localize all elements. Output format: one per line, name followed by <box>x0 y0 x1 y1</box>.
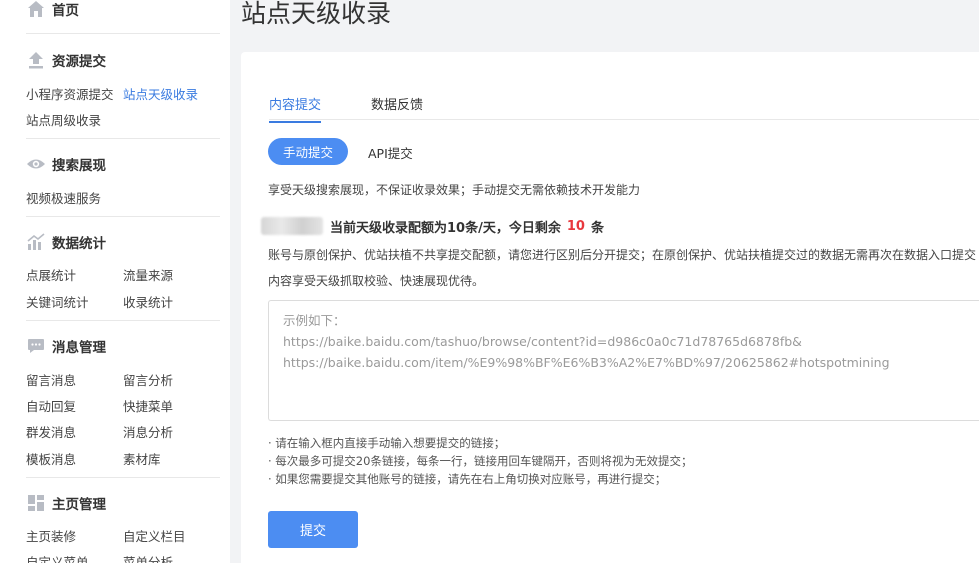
section-homepage-mgmt: 主页管理 <box>26 491 106 515</box>
divider <box>26 320 220 321</box>
section-title: 搜索展现 <box>52 158 106 174</box>
bar-chart-icon <box>26 232 46 252</box>
sidebar-item-video-service[interactable]: 视频极速服务 <box>26 188 101 207</box>
quota-suffix: 条 <box>590 220 604 236</box>
divider <box>26 138 220 139</box>
sidebar-item-template-message[interactable]: 模板消息 <box>26 449 76 468</box>
page-title: 站点天级收录 <box>241 0 392 28</box>
home-icon <box>26 0 46 19</box>
sidebar-item-custom-column[interactable]: 自定义栏目 <box>123 526 186 545</box>
section-title: 主页管理 <box>52 497 106 513</box>
placeholder-example-1: https://baike.baidu.com/tashuo/browse/co… <box>283 334 802 349</box>
sidebar-item-menu-analysis[interactable]: 菜单分析 <box>123 552 173 563</box>
url-input[interactable]: 示例如下： https://baike.baidu.com/tashuo/bro… <box>268 300 979 421</box>
sidebar-item-quick-menu[interactable]: 快捷菜单 <box>123 396 173 415</box>
sidebar-item-broadcast[interactable]: 群发消息 <box>26 422 76 441</box>
notice-line-1: 账号与原创保护、优站扶植不共享提交配额，请您进行区别后分开提交；在原创保护、优站… <box>268 248 977 262</box>
section-title: 资源提交 <box>52 54 106 70</box>
sidebar-item-click-stats[interactable]: 点展统计 <box>26 265 76 284</box>
divider <box>26 216 220 217</box>
sidebar-item-comments[interactable]: 留言消息 <box>26 370 76 389</box>
section-data-stats: 数据统计 <box>26 230 106 254</box>
eye-icon <box>26 154 46 174</box>
sidebar-item-daily-index[interactable]: 站点天级收录 <box>123 84 198 103</box>
section-message-mgmt: 消息管理 <box>26 334 106 358</box>
submit-button[interactable]: 提交 <box>268 511 358 548</box>
content-panel: 内容提交 数据反馈 手动提交 API提交 享受天级搜索展现，不保证收录效果；手动… <box>241 52 979 563</box>
sidebar: 首页 资源提交 小程序资源提交 站点天级收录 站点周级收录 搜索展现 视频极速服… <box>0 0 230 563</box>
sidebar-item-homepage-decor[interactable]: 主页装修 <box>26 526 76 545</box>
notice-line-2: 内容享受天级抓取校验、快速展现优待。 <box>268 274 485 288</box>
sidebar-item-auto-reply[interactable]: 自动回复 <box>26 396 76 415</box>
api-submit-button[interactable]: API提交 <box>368 143 413 162</box>
divider <box>26 33 220 34</box>
section-title: 消息管理 <box>52 340 106 356</box>
blurred-account-name <box>261 217 323 235</box>
section-title: 数据统计 <box>52 236 106 252</box>
sidebar-item-message-analysis[interactable]: 消息分析 <box>123 422 173 441</box>
divider <box>26 477 220 478</box>
manual-submit-button[interactable]: 手动提交 <box>268 138 348 165</box>
section-search-display: 搜索展现 <box>26 152 106 176</box>
sidebar-item-comment-analysis[interactable]: 留言分析 <box>123 370 173 389</box>
tab-content-submit[interactable]: 内容提交 <box>269 94 322 123</box>
nav-home-label: 首页 <box>52 3 79 19</box>
tip-3: · 如果您需要提交其他账号的链接，请先在右上角切换对应账号，再进行提交； <box>268 472 667 486</box>
quota-prefix: 当前天级收录配额为10条/天，今日剩余 <box>330 220 561 236</box>
quota-line: 当前天级收录配额为10条/天，今日剩余 10 条 <box>261 216 604 236</box>
message-icon <box>26 336 46 356</box>
sidebar-item-custom-menu[interactable]: 自定义菜单 <box>26 552 89 563</box>
tip-2: · 每次最多可提交20条链接，每条一行，链接用回车键隔开，否则将视为无效提交； <box>268 454 693 468</box>
sidebar-item-keyword-stats[interactable]: 关键词统计 <box>26 292 89 311</box>
description: 享受天级搜索展现，不保证收录效果；手动提交无需依赖技术开发能力 <box>268 183 641 197</box>
sidebar-item-index-stats[interactable]: 收录统计 <box>123 292 173 311</box>
tab-bar: 内容提交 数据反馈 <box>269 88 979 123</box>
nav-home[interactable]: 首页 <box>26 0 79 24</box>
layout-icon <box>26 493 46 513</box>
placeholder-example-2: https://baike.baidu.com/item/%E9%98%BF%E… <box>283 355 890 370</box>
sidebar-item-material-library[interactable]: 素材库 <box>123 449 161 468</box>
sidebar-item-miniprogram-submit[interactable]: 小程序资源提交 <box>26 84 114 103</box>
tab-data-feedback[interactable]: 数据反馈 <box>371 94 423 121</box>
quota-remaining: 10 <box>566 218 585 234</box>
section-resource-submit: 资源提交 <box>26 48 106 72</box>
tip-1: · 请在输入框内直接手动输入想要提交的链接； <box>268 436 506 450</box>
upload-icon <box>26 50 46 70</box>
placeholder-label: 示例如下： <box>283 313 346 328</box>
sidebar-item-traffic-source[interactable]: 流量来源 <box>123 265 173 284</box>
sidebar-item-weekly-index[interactable]: 站点周级收录 <box>26 110 101 129</box>
